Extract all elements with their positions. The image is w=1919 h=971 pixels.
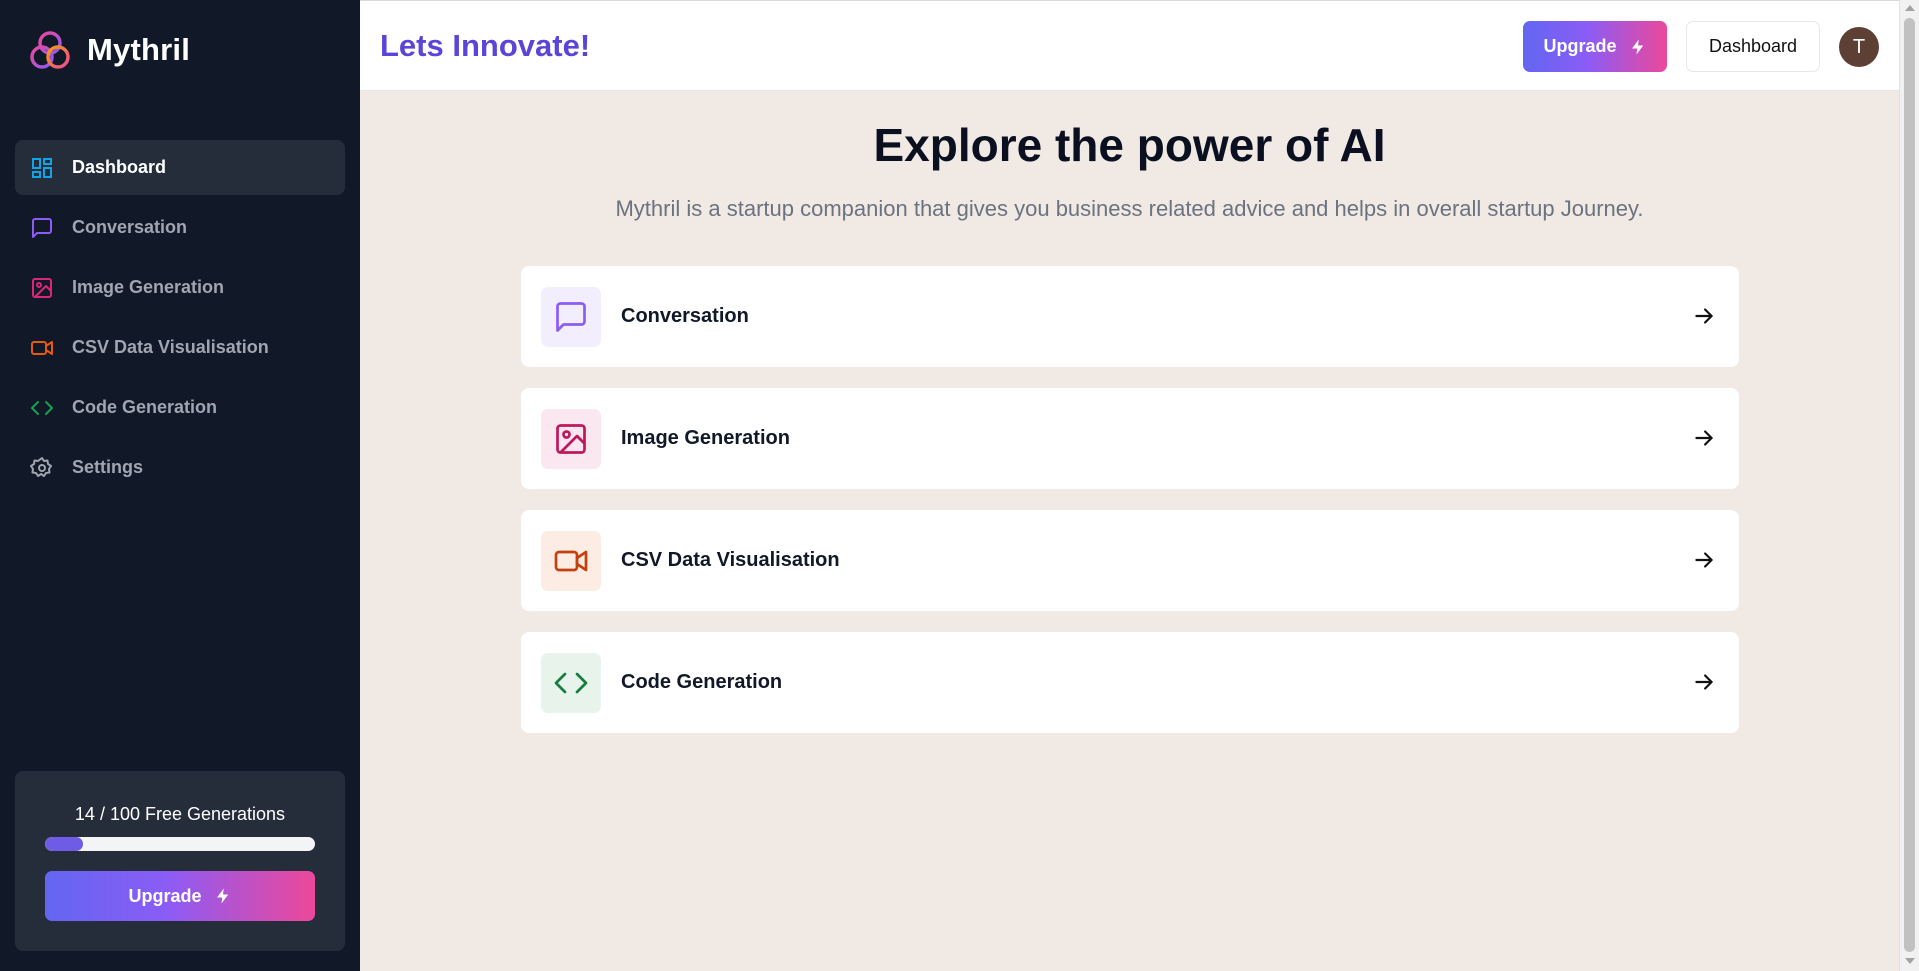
hero-subtitle: Mythril is a startup companion that give… — [615, 196, 1644, 221]
code-icon — [30, 396, 54, 420]
scrollbar-thumb[interactable] — [1904, 18, 1915, 952]
zap-icon — [1631, 39, 1643, 54]
tool-card-image-generation[interactable]: Image Generation — [521, 388, 1739, 489]
header-upgrade-button[interactable]: Upgrade — [1523, 21, 1667, 72]
avatar[interactable]: T — [1839, 27, 1879, 67]
image-icon — [541, 408, 601, 469]
brand[interactable]: Mythril — [29, 28, 190, 72]
scroll-up-arrow-icon[interactable] — [1905, 5, 1915, 11]
tool-card-label: Image Generation — [621, 427, 790, 449]
sidebar-item-conversation[interactable]: Conversation — [15, 200, 345, 255]
video-icon — [541, 530, 601, 591]
sidebar-item-code-generation[interactable]: Code Generation — [15, 380, 345, 435]
vertical-scrollbar[interactable] — [1899, 0, 1919, 971]
upgrade-label: Upgrade — [128, 885, 202, 906]
message-square-icon — [30, 216, 54, 240]
usage-card: 14 / 100 Free Generations Upgrade — [15, 771, 345, 951]
arrow-right-icon — [1695, 674, 1713, 690]
tool-card-label: Code Generation — [621, 671, 783, 693]
tool-card-conversation[interactable]: Conversation — [521, 266, 1739, 367]
tool-card-label: CSV Data Visualisation — [621, 549, 840, 571]
sidebar-item-label: Image Generation — [72, 277, 225, 297]
sidebar-item-label: Settings — [72, 457, 144, 477]
usage-progress-fill — [45, 837, 83, 851]
dashboard-icon — [30, 156, 54, 180]
sidebar-item-image-generation[interactable]: Image Generation — [15, 260, 345, 315]
mythril-logo-icon — [30, 31, 70, 69]
code-icon — [541, 652, 601, 713]
sidebar: Mythril Dashboard Conversation Image Gen… — [0, 0, 360, 971]
scroll-down-arrow-icon[interactable] — [1905, 958, 1915, 964]
upgrade-label: Upgrade — [1543, 36, 1617, 56]
usage-progress-bar — [45, 837, 315, 851]
image-icon — [30, 276, 54, 300]
hero-title: Explore the power of AI — [873, 119, 1386, 171]
settings-icon — [30, 456, 54, 480]
sidebar-item-settings[interactable]: Settings — [15, 440, 345, 495]
arrow-right-icon — [1695, 430, 1713, 446]
tool-card-label: Conversation — [621, 305, 749, 327]
message-square-icon — [541, 286, 601, 347]
sidebar-item-label: Code Generation — [72, 397, 218, 417]
tool-cards: Conversation Image Generation CSV Data V… — [521, 266, 1739, 754]
usage-counter: 14 / 100 Free Generations — [74, 804, 286, 824]
video-icon — [30, 336, 54, 360]
arrow-right-icon — [1695, 552, 1713, 568]
sidebar-item-label: Dashboard — [72, 157, 167, 177]
zap-icon — [216, 888, 228, 904]
sidebar-item-label: CSV Data Visualisation — [72, 337, 269, 357]
header-dashboard-button[interactable]: Dashboard — [1686, 21, 1820, 72]
arrow-right-icon — [1695, 308, 1713, 324]
brand-name: Mythril — [87, 32, 191, 67]
sidebar-nav: Dashboard Conversation Image Generation … — [15, 140, 345, 500]
tool-card-csv-data-visualisation[interactable]: CSV Data Visualisation — [521, 510, 1739, 611]
sidebar-item-dashboard[interactable]: Dashboard — [15, 140, 345, 195]
page-title: Lets Innovate! — [380, 28, 591, 63]
top-header: Lets Innovate! Upgrade Dashboard T — [360, 0, 1899, 91]
sidebar-item-csv-data-visualisation[interactable]: CSV Data Visualisation — [15, 320, 345, 375]
sidebar-item-label: Conversation — [72, 217, 188, 237]
tool-card-code-generation[interactable]: Code Generation — [521, 632, 1739, 733]
sidebar-upgrade-button[interactable]: Upgrade — [45, 871, 315, 921]
